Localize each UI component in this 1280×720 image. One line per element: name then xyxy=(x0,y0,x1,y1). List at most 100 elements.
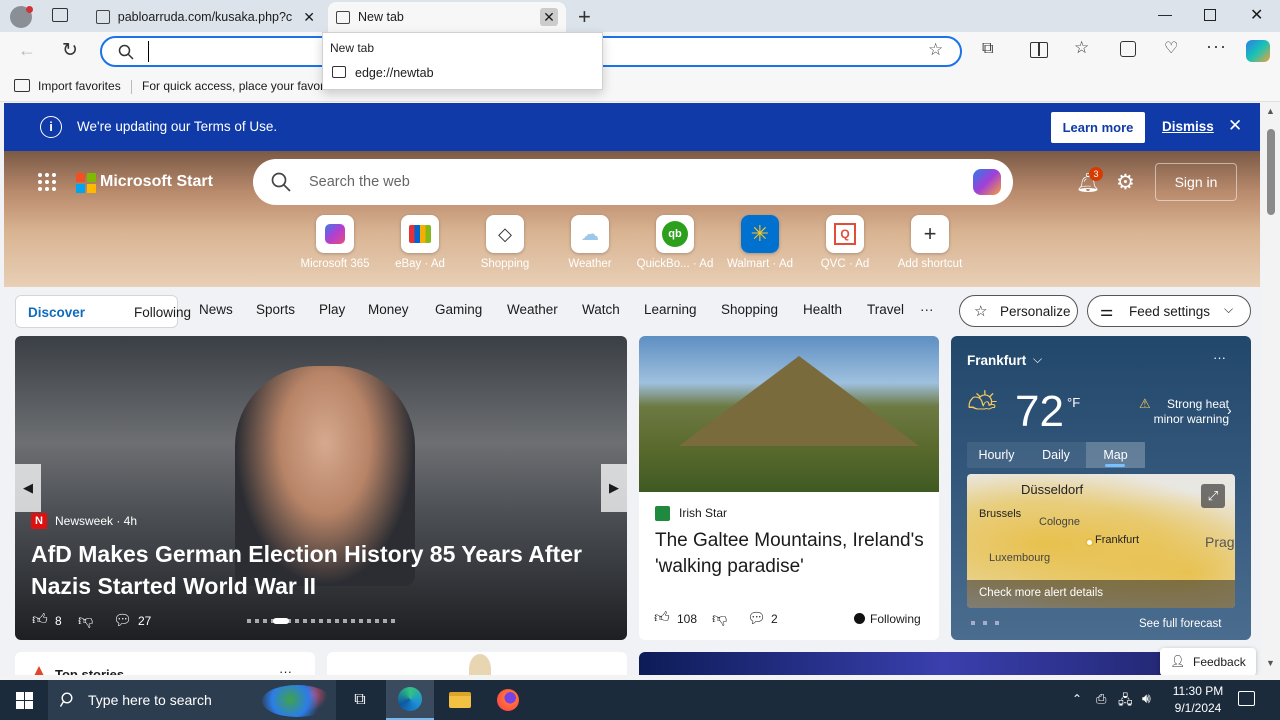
search-icon xyxy=(118,44,134,60)
personalize-button[interactable]: ☆ Personalize xyxy=(959,295,1078,327)
feedback-button[interactable]: 👤︎ Feedback xyxy=(1160,648,1256,675)
close-tab-icon[interactable]: ✕ xyxy=(300,8,318,26)
dismiss-link[interactable]: Dismiss xyxy=(1162,119,1214,134)
tab-following[interactable]: Following xyxy=(134,305,191,320)
favorite-star-icon[interactable]: ☆ xyxy=(928,40,943,60)
restore-icon[interactable] xyxy=(1204,9,1216,21)
chevron-right-icon[interactable]: › xyxy=(1227,402,1232,418)
split-screen-icon[interactable] xyxy=(1030,42,1048,58)
story-card[interactable] xyxy=(327,652,627,675)
tab-hourly[interactable]: Hourly xyxy=(967,442,1026,468)
nav-weather[interactable]: Weather xyxy=(507,302,558,317)
weather-alert[interactable]: Strong heat minor warning xyxy=(1141,397,1229,427)
quicklink-qvc[interactable]: Q QVC · Ad xyxy=(805,215,885,270)
copilot-icon[interactable] xyxy=(1246,40,1270,62)
like-icon[interactable]: 👍︎ xyxy=(654,609,670,627)
settings-gear-icon[interactable]: ⚙ xyxy=(1116,170,1135,195)
weather-city[interactable]: Frankfurt xyxy=(967,353,1026,368)
full-forecast-link[interactable]: See full forecast xyxy=(1139,618,1221,630)
web-search-box[interactable]: Search the web xyxy=(253,159,1013,205)
close-banner-icon[interactable]: ✕ xyxy=(1228,116,1242,136)
nav-play[interactable]: Play xyxy=(319,302,345,317)
learn-more-button[interactable]: Learn more xyxy=(1051,112,1145,143)
quicklink-quickbooks[interactable]: qb QuickBo... · Ad xyxy=(635,215,715,270)
comment-icon[interactable]: 💬︎ xyxy=(747,609,766,627)
notification-center-icon[interactable] xyxy=(1238,691,1255,706)
minimize-icon[interactable]: — xyxy=(1158,6,1172,22)
chevron-down-icon[interactable]: ⌵ xyxy=(1033,352,1042,367)
nav-learning[interactable]: Learning xyxy=(644,302,697,317)
network-icon[interactable]: 🖧︎ xyxy=(1118,691,1133,713)
sign-in-button[interactable]: Sign in xyxy=(1155,163,1237,201)
nav-travel[interactable]: Travel xyxy=(867,302,904,317)
nav-health[interactable]: Health xyxy=(803,302,842,317)
task-view-icon[interactable]: ⧉ xyxy=(336,680,384,720)
comment-icon[interactable]: 💬︎ xyxy=(113,611,132,629)
suggestion-item[interactable]: edge://newtab xyxy=(323,63,602,87)
tab-pabloarruda[interactable]: pabloarruda.com/kusaka.php?ca ✕ xyxy=(88,2,326,32)
apps-grid-icon[interactable] xyxy=(38,173,56,191)
expand-map-icon[interactable]: ⤢ xyxy=(1201,484,1225,508)
favorites-icon[interactable]: ☆ xyxy=(1074,38,1089,58)
collections-icon[interactable] xyxy=(1120,41,1136,57)
copilot-icon[interactable] xyxy=(973,169,1001,195)
nav-gaming[interactable]: Gaming xyxy=(435,302,482,317)
nav-watch[interactable]: Watch xyxy=(582,302,620,317)
firefox-icon[interactable] xyxy=(484,680,532,720)
show-hidden-icons-icon[interactable]: ⌃ xyxy=(1072,692,1082,706)
import-favorites-link[interactable]: Import favorites xyxy=(38,79,121,93)
browser-essentials-icon[interactable]: ♡ xyxy=(1164,38,1178,58)
quicklink-add-shortcut[interactable]: + Add shortcut xyxy=(890,215,970,270)
nav-shopping[interactable]: Shopping xyxy=(721,302,778,317)
side-story-card[interactable]: Irish Star The Galtee Mountains, Ireland… xyxy=(639,336,939,640)
feed-settings-button[interactable]: ⚌ Feed settings ⌵ xyxy=(1087,295,1251,327)
quicklink-walmart[interactable]: ✳ Walmart · Ad xyxy=(720,215,800,270)
weather-map[interactable]: Düsseldorf Brussels Cologne Frankfurt Lu… xyxy=(967,474,1235,608)
scroll-down-icon[interactable]: ▼ xyxy=(1266,658,1275,668)
page-scrollbar[interactable]: ▲ ▼ xyxy=(1262,103,1280,675)
tab-discover[interactable]: Discover xyxy=(28,305,85,320)
alert-link-bar[interactable]: Check more alert details xyxy=(967,580,1235,608)
file-explorer-icon[interactable] xyxy=(436,680,484,720)
nav-sports[interactable]: Sports xyxy=(256,302,295,317)
tab-daily[interactable]: Daily xyxy=(1026,442,1086,468)
quicklink-microsoft365[interactable]: Microsoft 365 xyxy=(295,215,375,270)
close-tab-icon[interactable]: ✕ xyxy=(540,8,558,26)
map-label: Brussels xyxy=(979,508,1022,520)
carousel-next-icon[interactable]: ▶ xyxy=(601,464,627,512)
extensions-icon[interactable]: ⧉ xyxy=(982,40,993,58)
scroll-thumb[interactable] xyxy=(1267,129,1275,215)
like-icon[interactable]: 👍︎ xyxy=(32,611,48,629)
more-options-icon[interactable]: ··· xyxy=(279,664,292,675)
device-icon[interactable]: ⎙ xyxy=(1096,691,1106,707)
start-windows-icon[interactable] xyxy=(0,680,48,720)
new-tab-plus-icon[interactable]: + xyxy=(578,4,591,30)
taskbar-search-box[interactable]: Type here to search xyxy=(48,680,336,720)
volume-icon[interactable]: 🔊︎ xyxy=(1142,690,1151,707)
back-arrow-icon[interactable]: ← xyxy=(18,40,36,61)
nav-more-icon[interactable]: ··· xyxy=(920,302,934,317)
refresh-icon[interactable]: ↻ xyxy=(62,39,78,62)
following-label[interactable]: Following xyxy=(870,612,921,626)
alert-link[interactable]: Check more alert details xyxy=(979,587,1103,599)
quicklink-shopping[interactable]: ◇ Shopping xyxy=(465,215,545,270)
window-close-icon[interactable]: ✕ xyxy=(1250,5,1263,25)
clock-time[interactable]: 11:30 PM xyxy=(1170,684,1226,698)
main-story-card[interactable]: ◀ ▶ N Newsweek · 4h AfD Makes German Ele… xyxy=(15,336,627,640)
quicklink-weather[interactable]: ☁ Weather xyxy=(550,215,630,270)
tab-actions-icon[interactable] xyxy=(52,8,68,22)
dislike-icon[interactable]: 👎︎ xyxy=(78,612,93,630)
edge-taskbar-icon[interactable] xyxy=(386,680,434,720)
dislike-icon[interactable]: 👎︎ xyxy=(712,610,727,628)
settings-more-icon[interactable]: ··· xyxy=(1206,36,1227,57)
quicklink-ebay[interactable]: eBay · Ad xyxy=(380,215,460,270)
nav-news[interactable]: News xyxy=(199,302,233,317)
more-options-icon[interactable]: ··· xyxy=(1213,350,1226,365)
nav-money[interactable]: Money xyxy=(368,302,409,317)
scroll-up-icon[interactable]: ▲ xyxy=(1266,106,1275,116)
carousel-prev-icon[interactable]: ◀ xyxy=(15,464,41,512)
clock-date[interactable]: 9/1/2024 xyxy=(1170,701,1226,715)
story-headline[interactable]: AfD Makes German Election History 85 Yea… xyxy=(31,538,601,602)
story-headline[interactable]: The Galtee Mountains, Ireland's 'walking… xyxy=(655,528,925,580)
tab-new-tab[interactable]: New tab ✕ xyxy=(328,2,566,32)
